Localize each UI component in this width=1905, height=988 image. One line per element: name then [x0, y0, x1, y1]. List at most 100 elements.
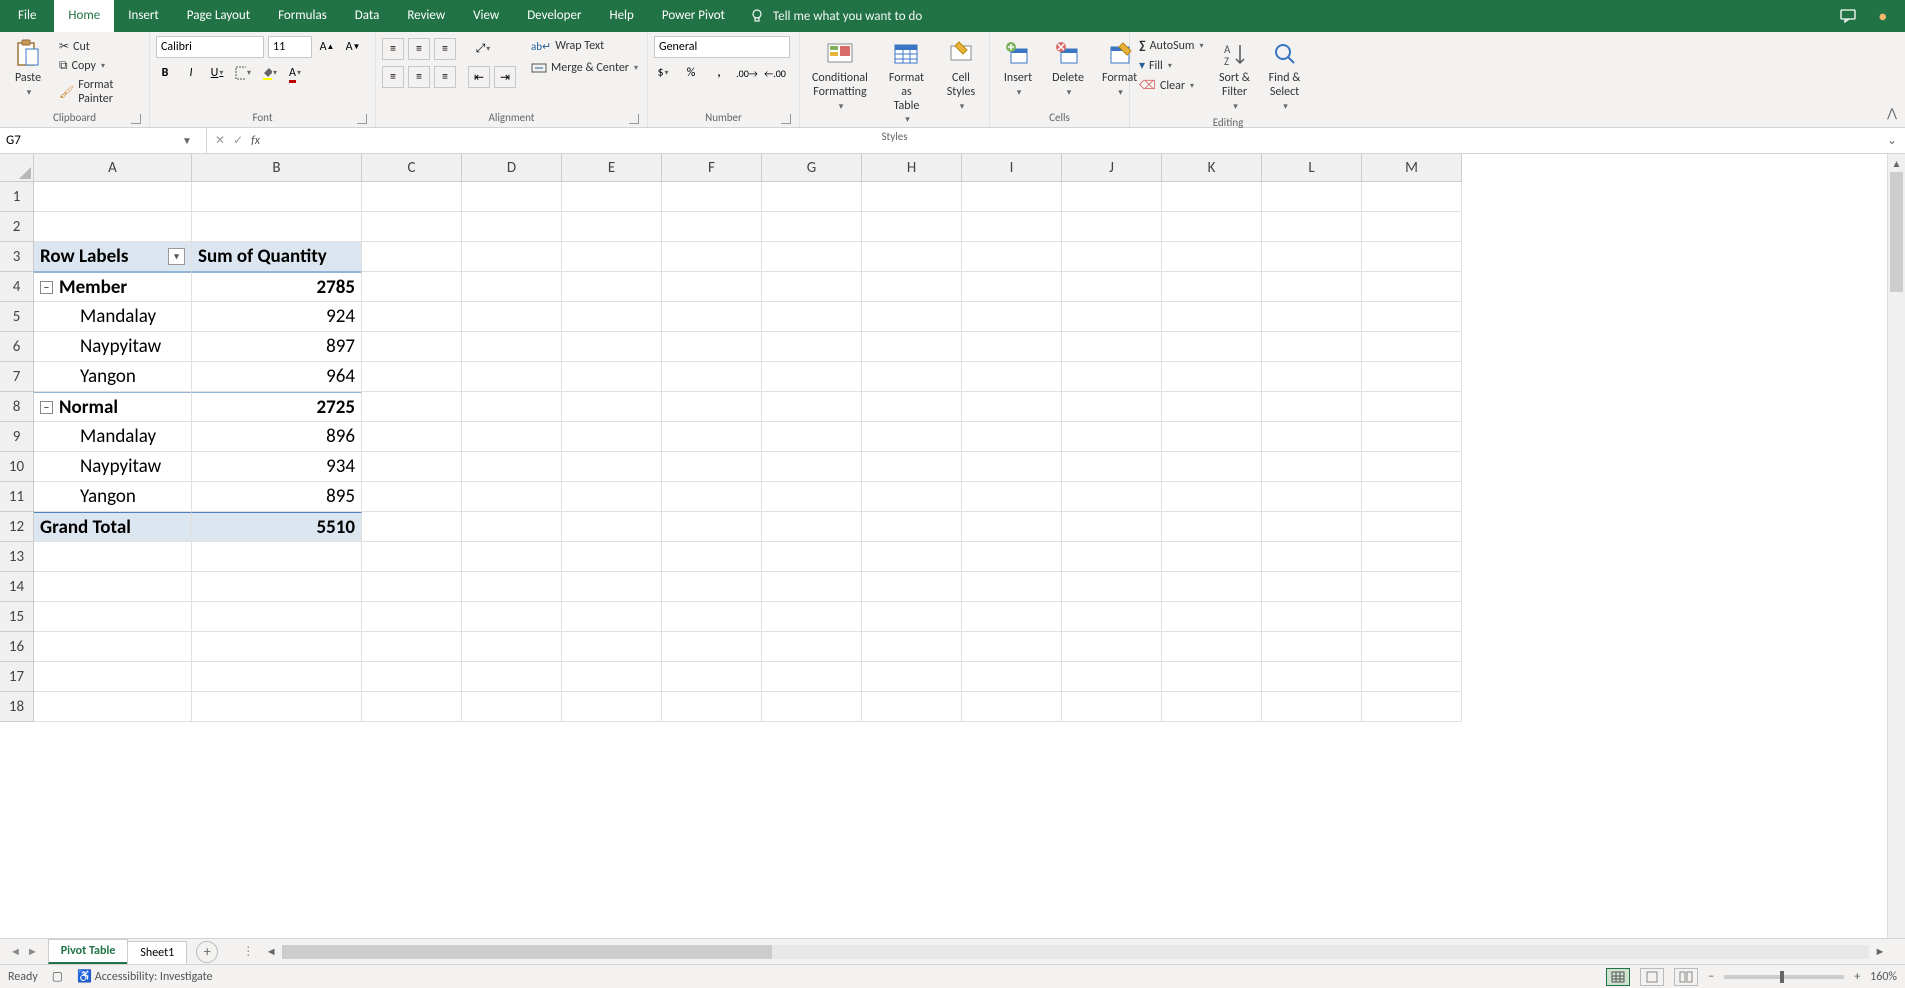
- cell-J7[interactable]: [1062, 362, 1162, 392]
- cell-B6[interactable]: 897: [192, 332, 362, 362]
- increase-decimal-icon[interactable]: .00→: [738, 64, 756, 82]
- cell-G4[interactable]: [762, 272, 862, 302]
- cell-C13[interactable]: [362, 542, 462, 572]
- cell-K5[interactable]: [1162, 302, 1262, 332]
- tab-review[interactable]: Review: [393, 0, 459, 32]
- zoom-slider[interactable]: [1724, 975, 1844, 979]
- cell-K10[interactable]: [1162, 452, 1262, 482]
- tab-view[interactable]: View: [459, 0, 513, 32]
- cell-M15[interactable]: [1362, 602, 1462, 632]
- zoom-level[interactable]: 160%: [1870, 970, 1897, 984]
- cell-B8[interactable]: 2725: [192, 392, 362, 422]
- cell-D17[interactable]: [462, 662, 562, 692]
- cell-D9[interactable]: [462, 422, 562, 452]
- italic-button[interactable]: I: [182, 64, 200, 82]
- sheet-split-handle[interactable]: ⋮: [242, 944, 254, 959]
- cell-A17[interactable]: [34, 662, 192, 692]
- cancel-formula-icon[interactable]: ✕: [215, 133, 225, 148]
- hscroll-right-icon[interactable]: ►: [1871, 945, 1889, 958]
- row-header-13[interactable]: 13: [0, 542, 34, 572]
- cell-K13[interactable]: [1162, 542, 1262, 572]
- cell-A16[interactable]: [34, 632, 192, 662]
- cell-I8[interactable]: [962, 392, 1062, 422]
- cell-K7[interactable]: [1162, 362, 1262, 392]
- cell-B5[interactable]: 924: [192, 302, 362, 332]
- cell-I3[interactable]: [962, 242, 1062, 272]
- cell-B10[interactable]: 934: [192, 452, 362, 482]
- cell-C2[interactable]: [362, 212, 462, 242]
- cell-H14[interactable]: [862, 572, 962, 602]
- cell-L15[interactable]: [1262, 602, 1362, 632]
- cell-G16[interactable]: [762, 632, 862, 662]
- fill-button[interactable]: ▾Fill: [1136, 57, 1207, 74]
- cell-L16[interactable]: [1262, 632, 1362, 662]
- cell-G3[interactable]: [762, 242, 862, 272]
- cell-D15[interactable]: [462, 602, 562, 632]
- decrease-font-icon[interactable]: A▼: [342, 36, 364, 58]
- row-header-4[interactable]: 4: [0, 272, 34, 302]
- page-break-view-button[interactable]: [1674, 968, 1698, 986]
- cell-M11[interactable]: [1362, 482, 1462, 512]
- bold-button[interactable]: B: [156, 64, 174, 82]
- cell-K6[interactable]: [1162, 332, 1262, 362]
- horizontal-scroll-thumb[interactable]: [282, 945, 772, 959]
- cell-K14[interactable]: [1162, 572, 1262, 602]
- cell-K8[interactable]: [1162, 392, 1262, 422]
- cell-F3[interactable]: [662, 242, 762, 272]
- cell-F17[interactable]: [662, 662, 762, 692]
- cell-D18[interactable]: [462, 692, 562, 722]
- cell-B2[interactable]: [192, 212, 362, 242]
- autosum-button[interactable]: ∑AutoSum: [1136, 38, 1207, 54]
- row-header-9[interactable]: 9: [0, 422, 34, 452]
- cell-C6[interactable]: [362, 332, 462, 362]
- cell-B15[interactable]: [192, 602, 362, 632]
- cell-L8[interactable]: [1262, 392, 1362, 422]
- cell-A11[interactable]: Yangon: [34, 482, 192, 512]
- find-select-button[interactable]: Find & Select: [1263, 36, 1307, 114]
- zoom-thumb[interactable]: [1780, 971, 1784, 983]
- cut-button[interactable]: ✂Cut: [56, 38, 143, 55]
- number-format-combo[interactable]: [654, 36, 790, 58]
- cell-I15[interactable]: [962, 602, 1062, 632]
- cell-M7[interactable]: [1362, 362, 1462, 392]
- cell-L13[interactable]: [1262, 542, 1362, 572]
- sheet-nav-last-icon[interactable]: ►: [27, 945, 38, 958]
- cell-A4[interactable]: −Member: [34, 272, 192, 302]
- cell-E18[interactable]: [562, 692, 662, 722]
- cell-M12[interactable]: [1362, 512, 1462, 542]
- collapse-toggle[interactable]: −: [40, 401, 53, 414]
- cell-M18[interactable]: [1362, 692, 1462, 722]
- cell-E9[interactable]: [562, 422, 662, 452]
- cell-A9[interactable]: Mandalay: [34, 422, 192, 452]
- col-header-D[interactable]: D: [462, 154, 562, 182]
- select-all-corner[interactable]: [0, 154, 34, 182]
- cell-G8[interactable]: [762, 392, 862, 422]
- cell-J5[interactable]: [1062, 302, 1162, 332]
- cell-E3[interactable]: [562, 242, 662, 272]
- name-box-dropdown-icon[interactable]: ▼: [176, 134, 198, 147]
- cell-M13[interactable]: [1362, 542, 1462, 572]
- tab-formulas[interactable]: Formulas: [264, 0, 341, 32]
- cell-A12[interactable]: Grand Total: [34, 512, 192, 542]
- cell-G14[interactable]: [762, 572, 862, 602]
- cell-I11[interactable]: [962, 482, 1062, 512]
- format-as-table-button[interactable]: Format as Table: [880, 36, 933, 128]
- row-header-14[interactable]: 14: [0, 572, 34, 602]
- cell-K4[interactable]: [1162, 272, 1262, 302]
- cell-M6[interactable]: [1362, 332, 1462, 362]
- cell-E16[interactable]: [562, 632, 662, 662]
- cell-F8[interactable]: [662, 392, 762, 422]
- collapse-toggle[interactable]: −: [40, 281, 53, 294]
- cell-L5[interactable]: [1262, 302, 1362, 332]
- cell-H18[interactable]: [862, 692, 962, 722]
- cell-C17[interactable]: [362, 662, 462, 692]
- hscroll-left-icon[interactable]: ◄: [262, 945, 280, 958]
- cell-E13[interactable]: [562, 542, 662, 572]
- format-painter-button[interactable]: 🖌Format Painter: [56, 77, 143, 107]
- cell-H11[interactable]: [862, 482, 962, 512]
- cell-I2[interactable]: [962, 212, 1062, 242]
- tab-file[interactable]: File: [0, 0, 54, 32]
- row-header-12[interactable]: 12: [0, 512, 34, 542]
- cell-C14[interactable]: [362, 572, 462, 602]
- cell-A6[interactable]: Naypyitaw: [34, 332, 192, 362]
